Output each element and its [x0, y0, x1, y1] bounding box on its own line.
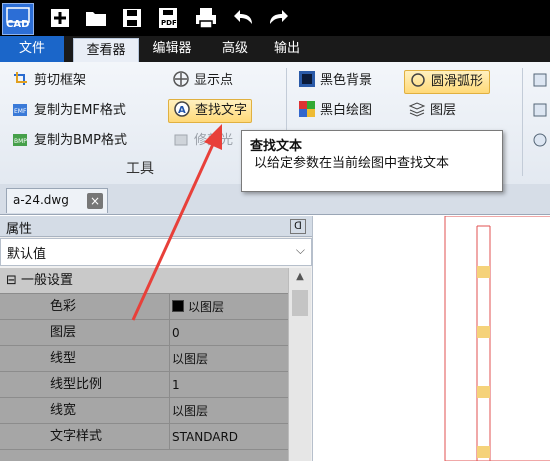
- property-name: 文字样式: [0, 424, 170, 450]
- ribbon-separator: [522, 68, 523, 176]
- bw-drawing-label: 黑白绘图: [320, 103, 373, 118]
- black-bg-icon: [298, 70, 316, 88]
- chevron-down-icon[interactable]: ⌵: [296, 243, 305, 258]
- layers-button[interactable]: 图层: [408, 100, 456, 122]
- find-text-button[interactable]: A 查找文字: [168, 99, 253, 123]
- find-text-label: 查找文字: [195, 103, 248, 118]
- document-tab[interactable]: a-24.dwg ×: [6, 188, 108, 213]
- more-tools-icon[interactable]: [532, 102, 548, 118]
- menu-editor[interactable]: 编辑器: [142, 36, 202, 62]
- category-label: 一般设置: [21, 273, 74, 288]
- copy-emf-button[interactable]: EMF 复制为EMF格式: [12, 100, 126, 122]
- more-tools-icon[interactable]: [532, 72, 548, 88]
- property-value: 以图层: [188, 300, 225, 314]
- copy-bmp-icon: BMP: [12, 130, 30, 148]
- menu-output[interactable]: 输出: [264, 36, 310, 62]
- show-points-button[interactable]: 显示点: [172, 70, 233, 92]
- bw-drawing-button[interactable]: 黑白绘图: [298, 100, 372, 122]
- logo-text: CAD: [6, 19, 30, 30]
- layers-label: 图层: [430, 103, 457, 118]
- open-folder-icon[interactable]: [84, 6, 108, 30]
- properties-header: 属性 ᗡ: [0, 216, 312, 237]
- menu-bar: 文件 查看器 编辑器 高级 输出: [0, 36, 550, 63]
- table-row[interactable]: 线型比例 1: [0, 372, 288, 398]
- more-tools-icon[interactable]: [532, 132, 548, 148]
- properties-title: 属性: [6, 222, 33, 237]
- save-icon[interactable]: [120, 6, 144, 30]
- smooth-arc-button[interactable]: 圆滑弧形: [404, 70, 491, 94]
- scroll-thumb[interactable]: [292, 290, 308, 316]
- pdf-label: PDF: [161, 19, 177, 27]
- table-row[interactable]: 图层 0: [0, 320, 288, 346]
- black-background-label: 黑色背景: [320, 73, 373, 88]
- scroll-up-icon[interactable]: ▲: [289, 268, 311, 286]
- table-row[interactable]: 色彩 以图层: [0, 294, 288, 320]
- property-value: 以图层: [172, 352, 209, 366]
- drawing-preview: [444, 215, 550, 462]
- menu-viewer[interactable]: 查看器: [73, 38, 139, 63]
- save-pdf-icon[interactable]: PDF: [156, 6, 180, 30]
- document-tab-label: a-24.dwg: [13, 193, 69, 207]
- table-row[interactable]: 线型 以图层: [0, 346, 288, 372]
- undo-icon[interactable]: [232, 6, 256, 30]
- layers-icon: [408, 100, 426, 118]
- svg-text:A: A: [178, 105, 186, 116]
- property-name: 色彩: [0, 294, 170, 320]
- table-row[interactable]: 文字样式 STANDARD: [0, 424, 288, 450]
- menu-file[interactable]: 文件: [0, 36, 64, 62]
- trim-icon: [172, 130, 190, 148]
- property-name: 线型: [0, 346, 170, 372]
- property-grid: ⊟ 一般设置 色彩 以图层 图层 0 线型 以图层 线型比例 1 线宽 以图层 …: [0, 268, 288, 461]
- smooth-arc-icon: [409, 71, 427, 89]
- property-value: 以图层: [172, 404, 209, 418]
- property-name: 线型比例: [0, 372, 170, 398]
- cad-logo-icon[interactable]: CAD: [2, 3, 34, 35]
- show-points-icon: [172, 70, 190, 88]
- properties-scrollbar[interactable]: ▲: [288, 268, 311, 461]
- object-type-dropdown[interactable]: 默认值 ⌵: [0, 238, 312, 266]
- dropdown-value: 默认值: [7, 247, 47, 262]
- tooltip: 查找文本 以给定参数在当前绘图中查找文本: [241, 130, 503, 192]
- bw-drawing-icon: [298, 100, 316, 118]
- show-points-label: 显示点: [194, 73, 234, 88]
- copy-emf-icon: EMF: [12, 100, 30, 118]
- tooltip-title: 查找文本: [250, 139, 303, 154]
- copy-bmp-button[interactable]: BMP 复制为BMP格式: [12, 130, 127, 152]
- property-name: 线宽: [0, 398, 170, 424]
- tooltip-body: 以给定参数在当前绘图中查找文本: [254, 156, 450, 171]
- svg-text:BMP: BMP: [14, 138, 27, 145]
- property-name: 图层: [0, 320, 170, 346]
- color-swatch: [172, 300, 184, 312]
- trim-button[interactable]: 修剪光: [172, 130, 233, 152]
- copy-bmp-label: 复制为BMP格式: [34, 133, 127, 148]
- pin-icon[interactable]: ᗡ: [290, 219, 306, 234]
- property-value: STANDARD: [172, 430, 239, 444]
- cut-frame-button[interactable]: 剪切框架: [12, 70, 86, 92]
- menu-advanced[interactable]: 高级: [212, 36, 258, 62]
- quick-access-toolbar: CAD PDF: [0, 0, 550, 36]
- find-text-icon: A: [173, 100, 191, 118]
- tools-group-label: 工具: [126, 161, 154, 177]
- property-value: 1: [172, 378, 180, 392]
- property-value: 0: [172, 326, 180, 340]
- print-icon[interactable]: [194, 6, 218, 30]
- cut-frame-icon: [12, 70, 30, 88]
- drawing-canvas[interactable]: [312, 215, 550, 462]
- trim-label: 修剪光: [194, 133, 234, 148]
- collapse-icon[interactable]: ⊟: [6, 273, 17, 288]
- table-row[interactable]: 线宽 以图层: [0, 398, 288, 424]
- copy-emf-label: 复制为EMF格式: [34, 103, 126, 118]
- close-tab-icon[interactable]: ×: [87, 193, 103, 209]
- svg-text:EMF: EMF: [14, 108, 27, 115]
- category-row-general[interactable]: ⊟ 一般设置: [0, 268, 288, 294]
- new-file-icon[interactable]: [48, 6, 72, 30]
- cut-frame-label: 剪切框架: [34, 73, 87, 88]
- black-background-button[interactable]: 黑色背景: [298, 70, 372, 92]
- redo-icon[interactable]: [266, 6, 290, 30]
- smooth-arc-label: 圆滑弧形: [431, 74, 484, 89]
